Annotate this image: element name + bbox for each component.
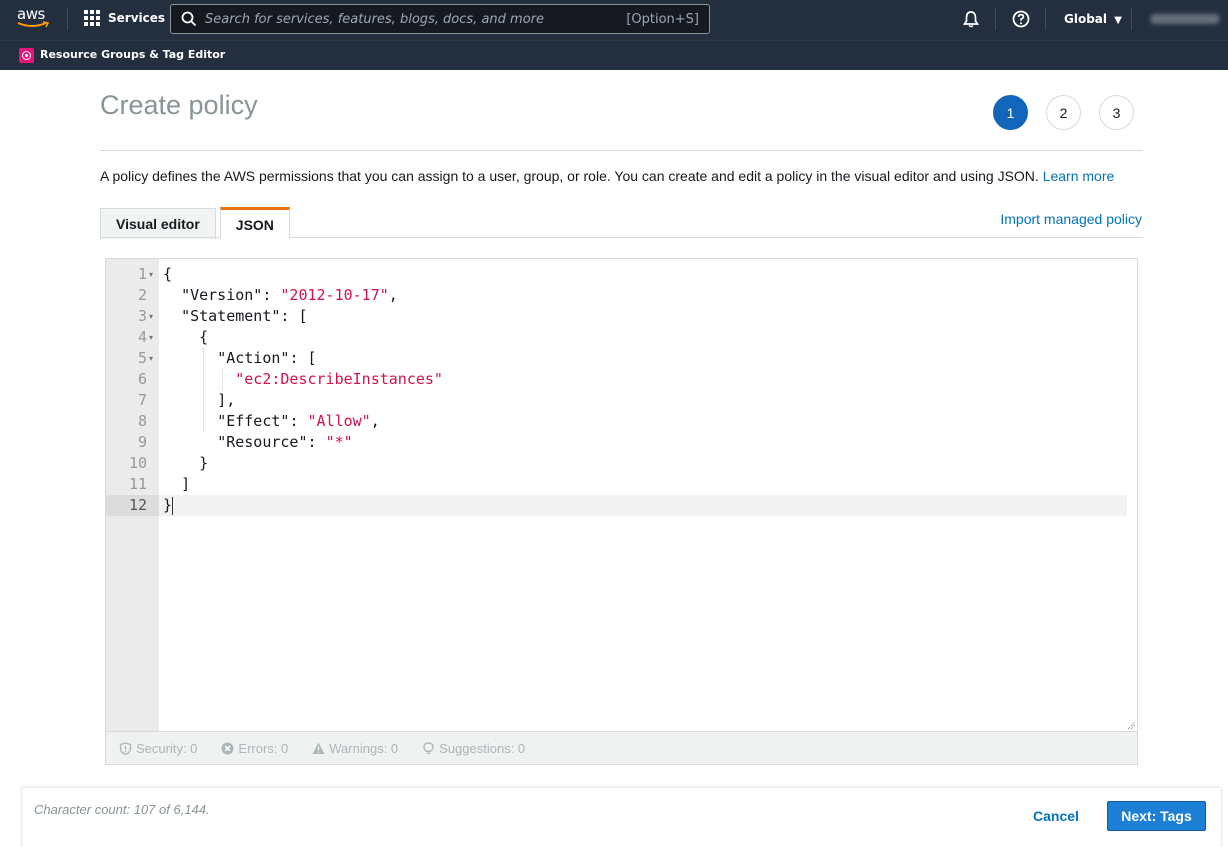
- code-line-7: ],: [217, 391, 236, 409]
- wizard-footer: Character count: 107 of 6,144. Cancel Ne…: [21, 787, 1222, 847]
- learn-more-link[interactable]: Learn more: [1043, 168, 1115, 184]
- json-code-editor[interactable]: 1 ▾ 2 3 ▾ 4 ▾ 5 ▾ 6 7 8 9 10 11 12 { "Version": "2012-1…: [105, 258, 1138, 732]
- resource-groups-service-icon: [19, 48, 34, 63]
- code-line-4: {: [199, 328, 209, 346]
- aws-smile-icon: [17, 21, 50, 28]
- next-tags-button[interactable]: Next: Tags: [1107, 801, 1206, 831]
- line-number: 7: [137, 391, 147, 409]
- line-number: 11: [128, 475, 147, 493]
- help-icon[interactable]: [1012, 10, 1030, 28]
- code-line-11: ]: [181, 475, 191, 493]
- service-bar: Resource Groups & Tag Editor: [0, 40, 1228, 70]
- code-line-6: "ec2:DescribeInstances": [235, 370, 443, 388]
- error-x-circle-icon: [221, 742, 234, 754]
- code-line-3: "Statement": [: [181, 307, 308, 325]
- warnings-count[interactable]: Warnings: 0: [312, 741, 398, 756]
- import-managed-policy-link[interactable]: Import managed policy: [1000, 211, 1142, 227]
- line-number: 3: [137, 307, 147, 325]
- text-cursor: [172, 496, 174, 515]
- notifications-bell-icon[interactable]: [962, 10, 980, 28]
- code-line-9: "Resource": "*": [217, 433, 353, 451]
- description-text: A policy defines the AWS permissions tha…: [100, 168, 1039, 184]
- security-label: Security: 0: [136, 740, 198, 756]
- nav-divider: [1045, 8, 1046, 30]
- line-number: 1: [137, 265, 147, 283]
- caret-down-icon: ▼: [1114, 15, 1122, 26]
- security-count[interactable]: Security: 0: [119, 741, 197, 756]
- cancel-button[interactable]: Cancel: [1033, 808, 1079, 824]
- search-shortcut-hint: [Option+S]: [626, 11, 699, 27]
- grid-icon: [84, 10, 100, 26]
- policy-validation-bar: Security: 0 Errors: 0 Warnings: 0 Sugges…: [105, 731, 1138, 765]
- line-number: 2: [137, 286, 147, 304]
- fold-toggle-icon[interactable]: ▾: [149, 264, 157, 285]
- region-selector[interactable]: Global ▼: [1064, 12, 1122, 26]
- search-placeholder: Search for services, features, blogs, do…: [205, 11, 544, 27]
- warnings-label: Warnings: 0: [329, 740, 399, 756]
- line-number: 6: [137, 370, 147, 388]
- aws-logo-text: aws: [17, 5, 45, 23]
- errors-count[interactable]: Errors: 0: [221, 741, 288, 756]
- shield-icon: [119, 741, 132, 755]
- step-3-indicator: 3: [1099, 95, 1134, 130]
- fold-toggle-icon[interactable]: ▾: [149, 327, 157, 348]
- aws-logo[interactable]: aws: [17, 6, 51, 32]
- lightbulb-icon: [423, 741, 434, 754]
- code-line-8: "Effect": "Allow",: [217, 412, 380, 430]
- nav-divider: [67, 8, 68, 30]
- global-search-input[interactable]: Search for services, features, blogs, do…: [170, 4, 710, 34]
- code-line-1: {: [163, 265, 173, 283]
- code-content[interactable]: { "Version": "2012-10-17", "Statement": …: [159, 259, 1137, 731]
- page-title: Create policy: [100, 90, 258, 120]
- code-line-2: "Version": "2012-10-17",: [181, 286, 398, 304]
- fold-toggle-icon[interactable]: ▾: [149, 306, 157, 327]
- service-shortcut-link[interactable]: Resource Groups & Tag Editor: [40, 48, 225, 61]
- step-1-indicator: 1: [993, 95, 1028, 130]
- line-number: 12: [128, 496, 147, 514]
- code-line-10: }: [199, 454, 209, 472]
- suggestions-label: Suggestions: 0: [439, 740, 526, 756]
- line-number: 8: [137, 412, 147, 430]
- region-label: Global: [1064, 12, 1108, 26]
- tab-json[interactable]: JSON: [219, 207, 290, 239]
- line-number: 9: [137, 433, 147, 451]
- divider: [100, 150, 1143, 151]
- nav-divider: [1131, 8, 1132, 30]
- page-description: A policy defines the AWS permissions tha…: [100, 168, 1114, 184]
- line-number: 5: [137, 349, 147, 367]
- resize-handle-icon[interactable]: [1127, 721, 1135, 729]
- nav-divider: [995, 8, 996, 30]
- fold-toggle-icon[interactable]: ▾: [149, 348, 157, 369]
- code-line-12: }: [163, 496, 174, 515]
- character-count: Character count: 107 of 6,144.: [34, 802, 210, 817]
- services-label: Services: [108, 11, 166, 25]
- wizard-steps: 1 2 3: [993, 95, 1134, 130]
- tab-visual-editor[interactable]: Visual editor: [100, 208, 216, 239]
- suggestions-count[interactable]: Suggestions: 0: [422, 741, 525, 756]
- code-line-5: "Action": [: [217, 349, 317, 367]
- search-icon: [181, 11, 197, 27]
- services-menu-button[interactable]: Services: [84, 10, 165, 26]
- line-number: 10: [128, 454, 147, 472]
- step-2-indicator: 2: [1046, 95, 1081, 130]
- line-number: 4: [137, 328, 147, 346]
- editor-tabs: Visual editor JSON: [100, 207, 290, 239]
- warning-triangle-icon: [312, 742, 325, 754]
- top-navigation-bar: aws Services Search for services, featur…: [0, 0, 1228, 40]
- errors-label: Errors: 0: [238, 740, 289, 756]
- account-menu-blurred[interactable]: [1150, 14, 1220, 24]
